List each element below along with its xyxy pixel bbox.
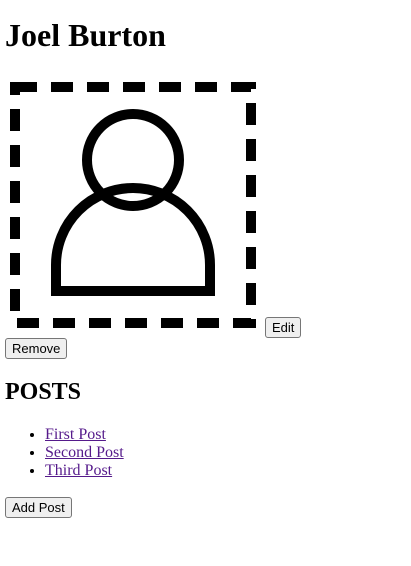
post-list: First Post Second Post Third Post <box>5 426 124 480</box>
list-item: Third Post <box>45 462 124 480</box>
list-item: First Post <box>45 426 124 444</box>
post-link-third[interactable]: Third Post <box>45 462 112 479</box>
profile-name: Joel Burton <box>5 17 166 53</box>
remove-button[interactable]: Remove <box>5 338 68 359</box>
user-placeholder-icon <box>5 77 261 333</box>
add-post-button[interactable]: Add Post <box>5 497 72 518</box>
post-link-second[interactable]: Second Post <box>45 444 124 461</box>
posts-heading: POSTS <box>5 379 82 405</box>
list-item: Second Post <box>45 444 124 462</box>
profile-page: Joel Burton Edit Remove POSTS First Post… <box>0 0 411 566</box>
edit-button[interactable]: Edit <box>265 317 302 338</box>
post-link-first[interactable]: First Post <box>45 426 106 443</box>
